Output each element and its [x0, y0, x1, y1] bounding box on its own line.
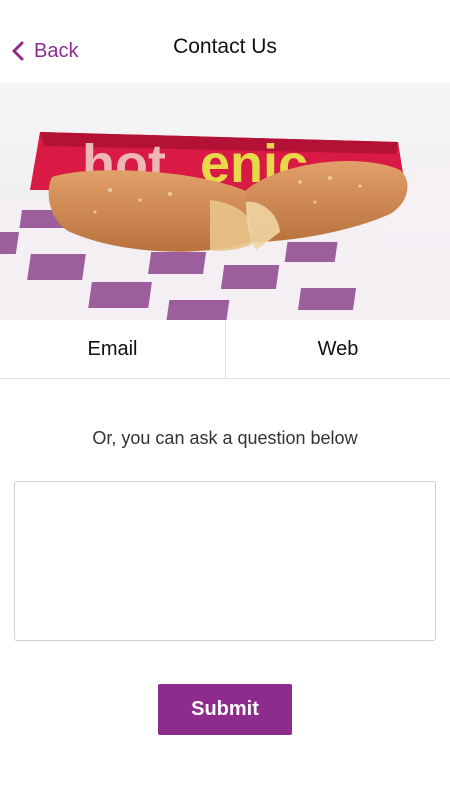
question-prompt: Or, you can ask a question below	[92, 428, 358, 448]
page-title: Contact Us	[173, 35, 277, 58]
question-input[interactable]	[14, 481, 436, 641]
hero-image: hot enic	[0, 82, 450, 320]
email-button[interactable]: Email	[0, 320, 226, 378]
contact-options: Email Web	[0, 320, 450, 379]
apple-pie-photo-icon: hot enic	[0, 82, 450, 320]
contact-us-screen: Back Contact Us hot enic Email Web Or, y…	[0, 0, 450, 800]
submit-button[interactable]: Submit	[158, 684, 292, 735]
header-bar: Back Contact Us	[0, 0, 450, 82]
web-button[interactable]: Web	[226, 320, 450, 378]
